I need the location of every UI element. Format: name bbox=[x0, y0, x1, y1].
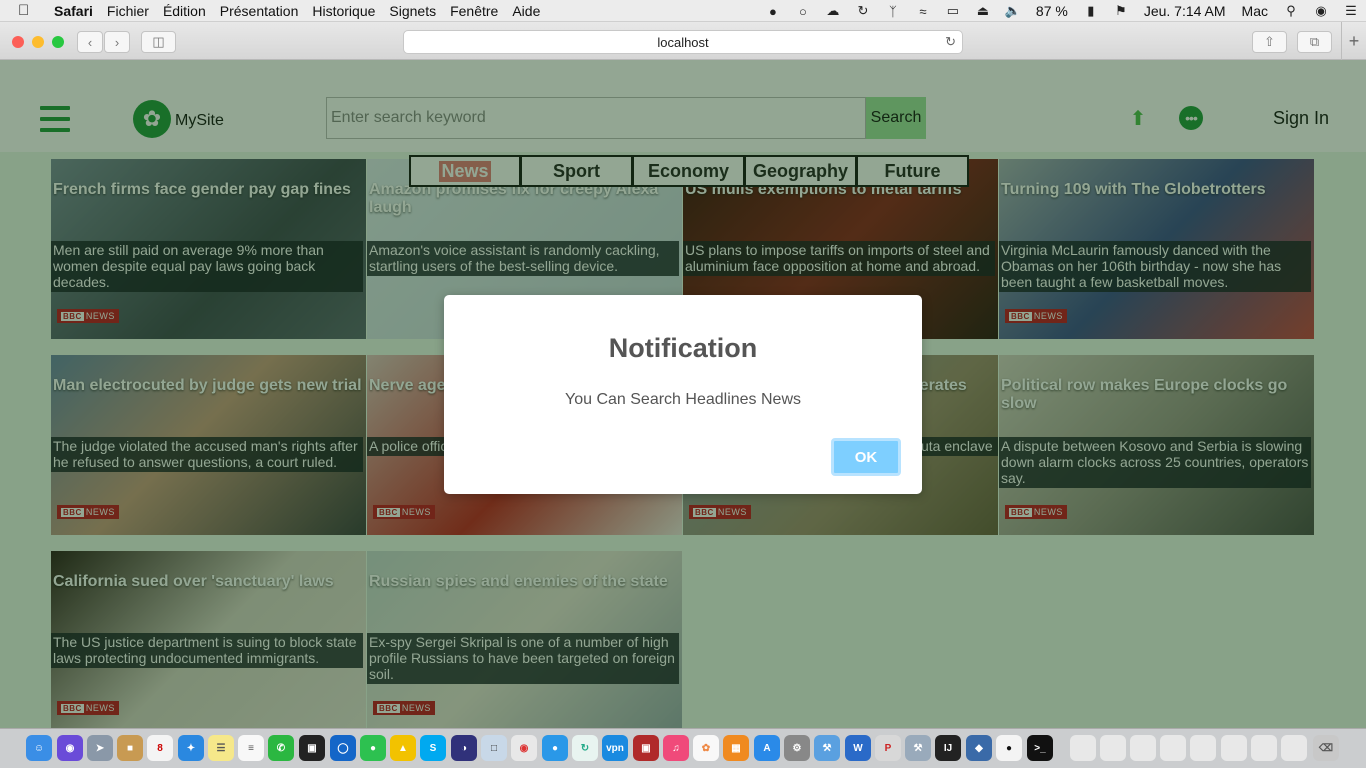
document-icon[interactable] bbox=[1221, 735, 1247, 761]
notification-dialog: Notification You Can Search Headlines Ne… bbox=[444, 295, 922, 494]
photo-app-icon[interactable]: ▣ bbox=[299, 735, 325, 761]
document-icon[interactable] bbox=[1070, 735, 1096, 761]
user-name[interactable]: Mac bbox=[1242, 3, 1268, 19]
back-icon[interactable]: ‹ bbox=[77, 31, 103, 53]
trash-icon[interactable]: ⌫ bbox=[1313, 735, 1339, 761]
siri-icon[interactable]: ◉ bbox=[1312, 3, 1330, 19]
photos-icon[interactable]: ✿ bbox=[693, 735, 719, 761]
menu-edition[interactable]: Édition bbox=[163, 3, 206, 19]
dialog-message: You Can Search Headlines News bbox=[565, 391, 801, 408]
menu-presentation[interactable]: Présentation bbox=[220, 3, 299, 19]
utility-icon[interactable]: ⚒ bbox=[905, 735, 931, 761]
sync-icon[interactable]: ↻ bbox=[572, 735, 598, 761]
dialog-title: Notification bbox=[608, 333, 758, 363]
bluetooth-icon[interactable]: ᛉ bbox=[884, 3, 902, 19]
siri-icon[interactable]: ◉ bbox=[57, 735, 83, 761]
system-preferences-icon[interactable]: ⚙ bbox=[784, 735, 810, 761]
airplay-icon[interactable]: ▭ bbox=[944, 3, 962, 19]
document-icon[interactable] bbox=[1281, 735, 1307, 761]
wechat-icon[interactable]: ● bbox=[360, 735, 386, 761]
menu-aide[interactable]: Aide bbox=[512, 3, 540, 19]
menu-app-name[interactable]: Safari bbox=[54, 3, 93, 19]
notes-icon[interactable]: ☰ bbox=[208, 735, 234, 761]
speech-bubble-icon[interactable]: ○ bbox=[794, 3, 812, 19]
ok-button[interactable]: OK bbox=[831, 438, 901, 476]
minimize-window-button[interactable] bbox=[32, 36, 44, 48]
new-tab-icon[interactable]: + bbox=[1341, 22, 1366, 60]
spotlight-search-icon[interactable]: ⚲ bbox=[1282, 3, 1300, 19]
wifi-icon[interactable]: ≈ bbox=[914, 3, 932, 19]
finder-icon[interactable]: ☺ bbox=[26, 735, 52, 761]
battery-icon[interactable]: ▮ bbox=[1082, 3, 1100, 19]
clock[interactable]: Jeu. 7:14 AM bbox=[1144, 3, 1226, 19]
url-text: localhost bbox=[657, 34, 709, 50]
document-icon[interactable] bbox=[1100, 735, 1126, 761]
eclipse-icon[interactable]: ◑ bbox=[451, 735, 477, 761]
menu-bar:  Safari Fichier Édition Présentation Hi… bbox=[0, 0, 1366, 22]
app-icon[interactable]: ▲ bbox=[390, 735, 416, 761]
app-store-icon[interactable]: A bbox=[754, 735, 780, 761]
document-icon[interactable] bbox=[1251, 735, 1277, 761]
terminal-icon[interactable]: >_ bbox=[1027, 735, 1053, 761]
document-icon[interactable] bbox=[1130, 735, 1156, 761]
share-icon[interactable]: ⇧ bbox=[1252, 31, 1287, 53]
word-icon[interactable]: W bbox=[845, 735, 871, 761]
intellij-icon[interactable]: IJ bbox=[935, 735, 961, 761]
time-machine-icon[interactable]: ↻ bbox=[854, 3, 872, 19]
tabs-overview-icon[interactable]: ⧉ bbox=[1297, 31, 1332, 53]
close-window-button[interactable] bbox=[12, 36, 24, 48]
address-bar[interactable]: localhost ↻ bbox=[403, 30, 963, 54]
apple-menu-icon[interactable]:  bbox=[18, 2, 40, 19]
vpn-icon[interactable]: vpn bbox=[602, 735, 628, 761]
forward-icon[interactable]: › bbox=[104, 31, 130, 53]
menu-historique[interactable]: Historique bbox=[312, 3, 375, 19]
bell-icon[interactable]: ● bbox=[764, 3, 782, 19]
volume-icon[interactable]: 🔈 bbox=[1004, 3, 1022, 19]
eject-icon[interactable]: ⏏ bbox=[974, 3, 992, 19]
menu-fenetre[interactable]: Fenêtre bbox=[450, 3, 498, 19]
notification-center-icon[interactable]: ☰ bbox=[1342, 3, 1360, 19]
contacts-icon[interactable]: ■ bbox=[117, 735, 143, 761]
dock: ☺ ◉ ➤ ■ 8 ✦ ☰ ≡ ✆ ▣ ◯ ● ▲ S ◑ □ ◉ ● ↻ vp… bbox=[0, 728, 1366, 768]
mysql-workbench-icon[interactable]: ◆ bbox=[966, 735, 992, 761]
reload-icon[interactable]: ↻ bbox=[945, 34, 956, 50]
music-icon[interactable]: ♫ bbox=[663, 735, 689, 761]
whatsapp-icon[interactable]: ✆ bbox=[268, 735, 294, 761]
document-icon[interactable] bbox=[1160, 735, 1186, 761]
menu-fichier[interactable]: Fichier bbox=[107, 3, 149, 19]
menu-signets[interactable]: Signets bbox=[389, 3, 436, 19]
reminders-icon[interactable]: ≡ bbox=[238, 735, 264, 761]
zoom-window-button[interactable] bbox=[52, 36, 64, 48]
photo-booth-icon[interactable]: ▣ bbox=[633, 735, 659, 761]
cloud-icon[interactable]: ☁ bbox=[824, 3, 842, 19]
pdf-icon[interactable]: P bbox=[875, 735, 901, 761]
browser-toolbar: ‹ › ◫ localhost ↻ ⇧ ⧉ + bbox=[0, 22, 1366, 60]
messages-icon[interactable]: ● bbox=[542, 735, 568, 761]
books-icon[interactable]: ▦ bbox=[723, 735, 749, 761]
skype-icon[interactable]: S bbox=[420, 735, 446, 761]
browser-icon[interactable]: ◯ bbox=[330, 735, 356, 761]
qq-icon[interactable]: ● bbox=[996, 735, 1022, 761]
document-icon[interactable] bbox=[1190, 735, 1216, 761]
chrome-icon[interactable]: ◉ bbox=[511, 735, 537, 761]
xcode-icon[interactable]: ⚒ bbox=[814, 735, 840, 761]
preview-icon[interactable]: □ bbox=[481, 735, 507, 761]
launchpad-icon[interactable]: ➤ bbox=[87, 735, 113, 761]
sidebar-icon[interactable]: ◫ bbox=[141, 31, 176, 53]
safari-icon[interactable]: ✦ bbox=[178, 735, 204, 761]
calendar-icon[interactable]: 8 bbox=[147, 735, 173, 761]
flag-icon[interactable]: ⚑ bbox=[1112, 3, 1130, 19]
battery-percentage[interactable]: 87 % bbox=[1036, 3, 1068, 19]
